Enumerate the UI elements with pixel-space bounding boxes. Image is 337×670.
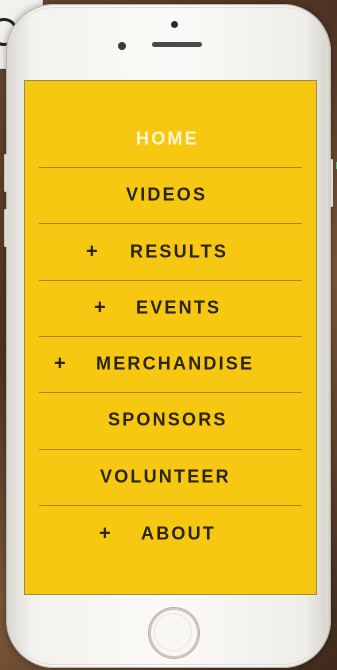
side-button-icon [330, 159, 333, 207]
menu-item-results[interactable]: + RESULTS [25, 224, 316, 280]
plus-icon[interactable]: + [86, 241, 100, 264]
menu-item-label: MERCHANDISE [96, 353, 255, 374]
menu-item-label: SPONSORS [108, 409, 228, 430]
menu-item-label: HOME [136, 128, 199, 149]
menu-item-label: ABOUT [141, 523, 216, 544]
menu-item-videos[interactable]: VIDEOS [25, 167, 316, 223]
plus-icon[interactable]: + [54, 353, 68, 376]
menu-item-home[interactable]: HOME [25, 111, 316, 167]
menu-item-label: RESULTS [130, 241, 229, 262]
mobile-menu-screen: HOME VIDEOS + RESULTS + EVENTS + MERCHAN… [25, 81, 337, 594]
menu-item-about[interactable]: + ABOUT [25, 506, 316, 562]
side-button-icon [4, 154, 7, 192]
side-button-icon [4, 209, 7, 247]
menu-item-events[interactable]: + EVENTS [25, 280, 316, 336]
menu-item-sponsors[interactable]: SPONSORS [25, 392, 316, 448]
home-button-icon[interactable] [149, 608, 199, 658]
speaker-icon [152, 42, 202, 47]
plus-icon[interactable]: + [94, 297, 108, 320]
menu-item-merchandise[interactable]: + MERCHANDISE [25, 336, 316, 392]
menu-item-label: EVENTS [136, 297, 222, 318]
plus-icon[interactable]: + [99, 523, 113, 546]
sensor-icon [118, 42, 126, 50]
camera-icon [171, 21, 178, 28]
menu-item-volunteer[interactable]: VOLUNTEER [25, 449, 316, 505]
menu-item-label: VIDEOS [126, 184, 208, 205]
menu-item-label: VOLUNTEER [100, 466, 231, 487]
